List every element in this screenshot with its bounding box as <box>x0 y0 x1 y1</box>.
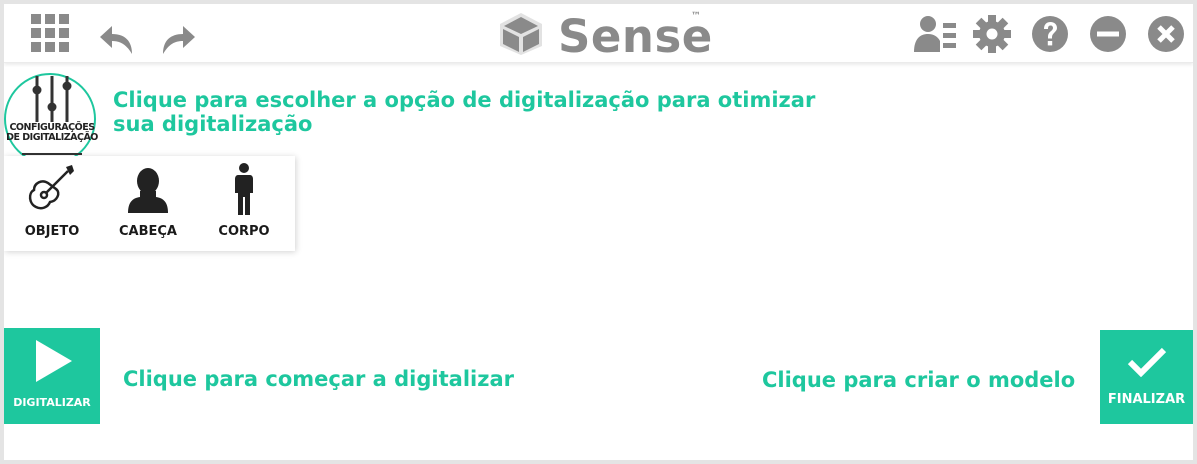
apps-grid-icon[interactable] <box>31 14 69 52</box>
scan-button[interactable]: DIGITALIZAR <box>4 328 100 424</box>
settings-hint-line2: sua digitalização <box>113 112 313 136</box>
scan-mode-panel: OBJETO CABEÇA CORPO <box>4 156 295 251</box>
app-window: Sense ™ CONFIGURAÇÕES DE DIGITALIZAÇÃO C… <box>4 4 1193 460</box>
scan-settings-button[interactable]: CONFIGURAÇÕES DE DIGITALIZAÇÃO <box>4 67 100 165</box>
top-toolbar: Sense ™ <box>4 4 1193 63</box>
close-icon[interactable] <box>1147 15 1185 53</box>
settings-hint-line1: Clique para escolher a opção de digitali… <box>113 88 816 112</box>
sliders-icon <box>32 76 72 122</box>
minimize-icon[interactable] <box>1089 15 1127 53</box>
undo-icon[interactable] <box>98 24 138 56</box>
head-icon <box>128 168 168 213</box>
guitar-icon <box>28 165 74 210</box>
mode-head-label: CABEÇA <box>119 224 177 239</box>
gear-icon[interactable] <box>973 15 1011 53</box>
mode-object-label: OBJETO <box>24 224 80 239</box>
body-icon <box>235 163 253 215</box>
mode-head[interactable]: CABEÇA <box>100 156 196 251</box>
scan-hint: Clique para começar a digitalizar <box>123 367 514 391</box>
settings-hint: Clique para escolher a opção de digitali… <box>113 88 815 136</box>
scan-button-label: DIGITALIZAR <box>13 396 91 409</box>
settings-label-line2: DE DIGITALIZAÇÃO <box>6 132 98 143</box>
redo-icon[interactable] <box>157 24 197 56</box>
checkmark-icon <box>1127 347 1167 377</box>
mode-body[interactable]: CORPO <box>196 156 292 251</box>
logo-text: Sense <box>558 10 713 63</box>
finish-button[interactable]: FINALIZAR <box>1100 330 1193 424</box>
play-icon <box>36 340 72 382</box>
help-icon[interactable] <box>1031 15 1069 53</box>
settings-underline <box>22 153 82 155</box>
finish-button-label: FINALIZAR <box>1107 392 1186 407</box>
mode-body-label: CORPO <box>218 224 270 239</box>
user-list-icon[interactable] <box>914 15 956 53</box>
mode-object[interactable]: OBJETO <box>4 156 100 251</box>
sense-logo-icon <box>500 13 542 55</box>
logo-trademark: ™ <box>691 11 701 22</box>
finish-hint: Clique para criar o modelo <box>762 368 1076 392</box>
settings-label: CONFIGURAÇÕES DE DIGITALIZAÇÃO <box>4 123 100 143</box>
